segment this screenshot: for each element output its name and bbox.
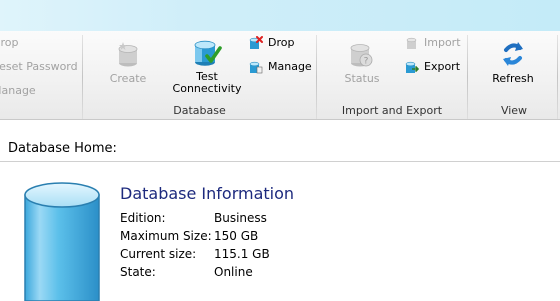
info-key: Edition: [120, 211, 166, 225]
drop-server-button[interactable]: Drop [0, 36, 18, 50]
database-home-header: Database Home: [0, 139, 560, 162]
manage-server-button[interactable]: Manage [0, 84, 36, 98]
create-database-label: Create [109, 72, 147, 85]
info-key: Maximum Size: [120, 229, 212, 243]
drop-database-button[interactable]: Drop [249, 36, 294, 50]
status-icon: ? [350, 44, 373, 67]
view-group-label: View [500, 104, 528, 117]
import-button[interactable]: Import [405, 36, 461, 50]
test-connectivity-icon [194, 40, 222, 66]
ribbon: Drop Reset Password Manage - Create [0, 31, 560, 120]
drop-server-label: Drop [0, 36, 19, 49]
reset-password-button[interactable]: Reset Password [0, 60, 78, 74]
ribbon-group-database: Create Test Connectivity Drop Manage Dat… [83, 31, 316, 119]
database-cylinder-icon [24, 182, 100, 301]
ribbon-group-view: Refresh View [468, 31, 560, 119]
status-label: Status [344, 72, 380, 85]
export-label: Export [424, 60, 461, 73]
reset-password-label: Reset Password [0, 60, 78, 73]
create-database-button[interactable]: Create [103, 39, 153, 85]
manage-server-label: Manage [0, 84, 36, 97]
test-connectivity-button[interactable]: Test Connectivity [169, 37, 245, 95]
drop-database-icon [249, 36, 263, 49]
refresh-button[interactable]: Refresh [488, 39, 538, 85]
manage-database-button[interactable]: Manage [249, 60, 312, 74]
export-button[interactable]: Export [405, 60, 460, 74]
page-title: Database Home: [8, 141, 117, 156]
info-key: State: [120, 265, 156, 279]
drop-database-label: Drop [268, 36, 295, 49]
status-button[interactable]: ? Status [337, 39, 387, 85]
create-database-icon [118, 42, 138, 67]
manage-database-icon [249, 61, 263, 74]
refresh-icon [503, 42, 523, 66]
ribbon-group-import-export: ? Status Import Export Import and Export [317, 31, 467, 119]
info-value: 150 GB [214, 229, 259, 243]
ribbon-separator [557, 35, 558, 119]
import-export-group-label: Import and Export [341, 104, 443, 117]
export-icon [405, 61, 419, 73]
info-value: 115.1 GB [214, 247, 270, 261]
database-group-label: Database [173, 104, 226, 117]
ribbon-group-left: Drop Reset Password Manage - [0, 31, 82, 119]
manage-database-label: Manage [268, 60, 312, 73]
svg-text:?: ? [364, 57, 369, 67]
import-label: Import [424, 36, 461, 49]
refresh-label: Refresh [492, 72, 534, 85]
test-connectivity-label-line2: Connectivity [172, 82, 242, 95]
info-value: Online [214, 265, 253, 279]
info-key: Current size: [120, 247, 197, 261]
info-value: Business [214, 211, 267, 225]
title-strip [0, 0, 560, 32]
import-icon [406, 37, 417, 49]
database-information-title: Database Information [120, 184, 295, 203]
